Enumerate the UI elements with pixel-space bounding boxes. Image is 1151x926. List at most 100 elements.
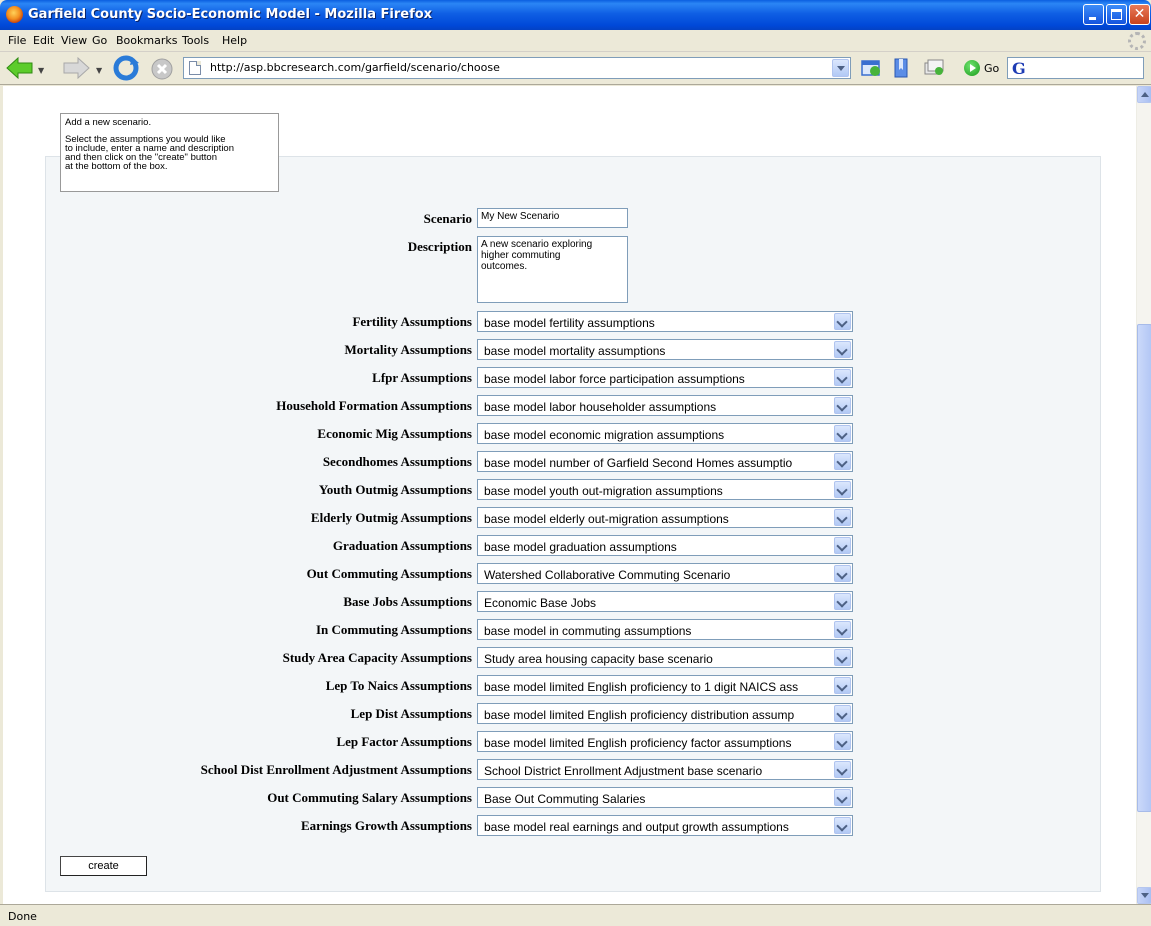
menu-file[interactable]: File xyxy=(8,34,26,47)
close-icon: ✕ xyxy=(1133,6,1146,22)
reload-icon[interactable] xyxy=(112,55,140,81)
chevron-down-icon[interactable] xyxy=(834,733,851,750)
assumption-select-lfpr[interactable]: base model labor force participation ass… xyxy=(477,367,853,388)
assumption-select-youth-outmig[interactable]: base model youth out-migration assumptio… xyxy=(477,479,853,500)
assumption-select-mortality[interactable]: base model mortality assumptions xyxy=(477,339,853,360)
assumption-label: Lfpr Assumptions xyxy=(372,370,472,385)
new-window-icon[interactable] xyxy=(923,58,945,78)
close-button[interactable]: ✕ xyxy=(1129,4,1150,25)
assumption-select-base-jobs[interactable]: Economic Base Jobs xyxy=(477,591,853,612)
select-value: Watershed Collaborative Commuting Scenar… xyxy=(484,568,731,582)
assumption-select-secondhomes[interactable]: base model number of Garfield Second Hom… xyxy=(477,451,853,472)
assumption-select-economic-mig[interactable]: base model economic migration assumption… xyxy=(477,423,853,444)
select-value: School District Enrollment Adjustment ba… xyxy=(484,764,763,778)
new-tab-icon[interactable] xyxy=(860,58,882,78)
address-bar[interactable]: http://asp.bbcresearch.com/garfield/scen… xyxy=(183,57,851,79)
menu-go[interactable]: Go xyxy=(92,34,107,47)
assumption-label: Fertility Assumptions xyxy=(352,314,472,329)
select-value: base model real earnings and output grow… xyxy=(484,820,789,834)
chevron-down-icon[interactable] xyxy=(834,565,851,582)
select-value: base model in commuting assumptions xyxy=(484,624,692,638)
chevron-down-icon[interactable] xyxy=(834,705,851,722)
chevron-down-icon[interactable] xyxy=(834,509,851,526)
search-engine-icon[interactable]: G xyxy=(1012,59,1026,78)
select-value: base model youth out-migration assumptio… xyxy=(484,484,723,498)
chevron-down-icon[interactable] xyxy=(834,761,851,778)
assumption-select-earnings-growth[interactable]: base model real earnings and output grow… xyxy=(477,815,853,836)
assumption-label: Elderly Outmig Assumptions xyxy=(310,510,472,525)
scenario-name-input[interactable]: My New Scenario xyxy=(477,208,628,228)
url-text[interactable]: http://asp.bbcresearch.com/garfield/scen… xyxy=(210,61,500,74)
assumption-select-in-commuting[interactable]: base model in commuting assumptions xyxy=(477,619,853,640)
assumption-label: Economic Mig Assumptions xyxy=(317,426,472,441)
assumption-select-elderly-outmig[interactable]: base model elderly out-migration assumpt… xyxy=(477,507,853,528)
chevron-down-icon[interactable] xyxy=(834,425,851,442)
description-textarea[interactable]: A new scenario exploring higher commutin… xyxy=(477,236,628,303)
assumption-select-lep-to-naics[interactable]: base model limited English proficiency t… xyxy=(477,675,853,696)
chevron-down-icon[interactable] xyxy=(834,453,851,470)
assumption-label: Graduation Assumptions xyxy=(332,538,472,553)
chevron-down-icon[interactable] xyxy=(834,341,851,358)
scroll-up-icon[interactable] xyxy=(1137,86,1151,103)
help-tooltip: Add a new scenario. Select the assumptio… xyxy=(60,113,279,192)
stop-icon[interactable] xyxy=(150,57,174,81)
bookmarks-sidebar-icon[interactable] xyxy=(890,58,912,78)
search-box[interactable]: G xyxy=(1007,57,1144,79)
select-value: base model elderly out-migration assumpt… xyxy=(484,512,729,526)
assumption-label: School Dist Enrollment Adjustment Assump… xyxy=(200,762,472,777)
chevron-down-icon[interactable] xyxy=(834,789,851,806)
back-history-dropdown-icon[interactable]: ▼ xyxy=(38,66,44,75)
menu-tools[interactable]: Tools xyxy=(182,34,209,47)
chevron-down-icon[interactable] xyxy=(834,593,851,610)
assumption-select-graduation[interactable]: base model graduation assumptions xyxy=(477,535,853,556)
assumption-select-household-formation[interactable]: base model labor householder assumptions xyxy=(477,395,853,416)
assumption-label: Lep To Naics Assumptions xyxy=(325,678,472,693)
chevron-down-icon[interactable] xyxy=(834,397,851,414)
select-value: base model labor householder assumptions xyxy=(484,400,717,414)
select-value: base model graduation assumptions xyxy=(484,540,677,554)
assumption-label: Mortality Assumptions xyxy=(344,342,472,357)
go-label[interactable]: Go xyxy=(984,62,999,75)
assumption-label: Lep Dist Assumptions xyxy=(350,706,472,721)
back-arrow-icon[interactable] xyxy=(6,57,34,79)
scroll-down-icon[interactable] xyxy=(1137,887,1151,904)
chevron-down-icon[interactable] xyxy=(834,817,851,834)
assumption-select-study-area-capacity[interactable]: Study area housing capacity base scenari… xyxy=(477,647,853,668)
select-value: Study area housing capacity base scenari… xyxy=(484,652,713,666)
select-value: base model number of Garfield Second Hom… xyxy=(484,456,793,470)
assumption-label: Study Area Capacity Assumptions xyxy=(282,650,472,665)
vertical-scrollbar[interactable] xyxy=(1136,86,1151,904)
assumption-label: Household Formation Assumptions xyxy=(276,398,472,413)
forward-history-dropdown-icon[interactable]: ▼ xyxy=(96,66,102,75)
assumption-select-school-dist-enrollment[interactable]: School District Enrollment Adjustment ba… xyxy=(477,759,853,780)
go-icon[interactable] xyxy=(964,60,980,76)
create-button[interactable]: create xyxy=(60,856,147,876)
assumption-select-lep-factor[interactable]: base model limited English proficiency f… xyxy=(477,731,853,752)
assumption-select-lep-dist[interactable]: base model limited English proficiency d… xyxy=(477,703,853,724)
chevron-down-icon[interactable] xyxy=(834,537,851,554)
menu-bookmarks[interactable]: Bookmarks xyxy=(116,34,177,47)
menu-view[interactable]: View xyxy=(61,34,87,47)
assumption-select-out-commuting[interactable]: Watershed Collaborative Commuting Scenar… xyxy=(477,563,853,584)
help-text: Select the assumptions you would like to… xyxy=(65,134,234,172)
window-title: Garfield County Socio-Economic Model - M… xyxy=(28,7,433,22)
maximize-icon xyxy=(1111,9,1122,20)
chevron-down-icon[interactable] xyxy=(834,649,851,666)
chevron-down-icon[interactable] xyxy=(834,313,851,330)
menu-help[interactable]: Help xyxy=(222,34,247,47)
status-bar: Done xyxy=(0,904,1151,926)
forward-arrow-icon[interactable] xyxy=(62,57,90,79)
chevron-down-icon[interactable] xyxy=(834,621,851,638)
chevron-down-icon[interactable] xyxy=(834,369,851,386)
assumption-select-fertility[interactable]: base model fertility assumptions xyxy=(477,311,853,332)
assumption-select-out-commuting-salary[interactable]: Base Out Commuting Salaries xyxy=(477,787,853,808)
throbber-icon xyxy=(1128,32,1146,50)
menu-edit[interactable]: Edit xyxy=(33,34,54,47)
scroll-thumb[interactable] xyxy=(1137,324,1151,812)
minimize-button[interactable] xyxy=(1083,4,1104,25)
url-history-dropdown-icon[interactable] xyxy=(832,59,849,77)
chevron-down-icon[interactable] xyxy=(834,677,851,694)
chevron-down-icon[interactable] xyxy=(834,481,851,498)
select-value: base model mortality assumptions xyxy=(484,344,666,358)
maximize-button[interactable] xyxy=(1106,4,1127,25)
